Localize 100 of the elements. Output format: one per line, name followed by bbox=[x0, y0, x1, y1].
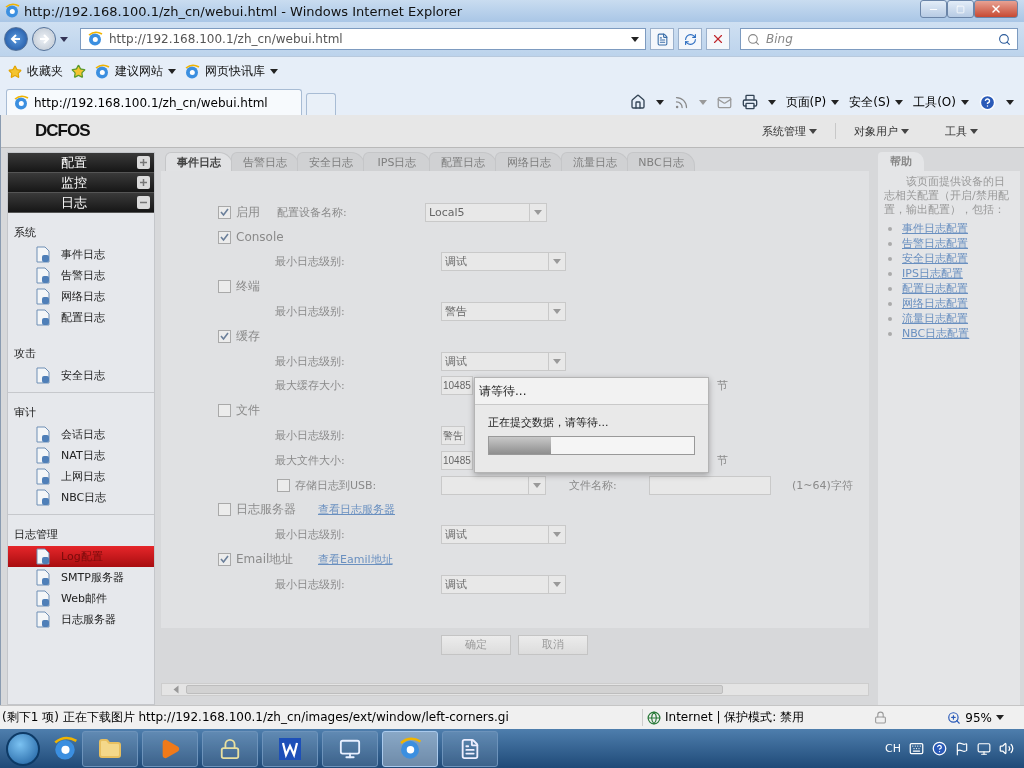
dropdown[interactable]: 警告 bbox=[441, 426, 465, 446]
taskbar-app[interactable] bbox=[382, 730, 438, 767]
sidebar-item[interactable]: 会话日志 bbox=[8, 424, 154, 445]
sidebar-item[interactable]: 日志服务器 bbox=[8, 609, 154, 630]
caret-icon[interactable] bbox=[60, 36, 68, 42]
tab[interactable]: 配置日志 bbox=[429, 152, 497, 171]
scrollbar-thumb[interactable] bbox=[186, 685, 723, 694]
dropdown[interactable]: 调试 bbox=[441, 351, 566, 371]
taskbar-app[interactable] bbox=[262, 730, 318, 767]
field-label: 最小日志级别: bbox=[275, 353, 346, 369]
dropdown[interactable]: Local5 bbox=[425, 202, 547, 222]
dropdown[interactable]: 调试 bbox=[441, 574, 566, 594]
checkbox[interactable] bbox=[218, 280, 231, 294]
help-link[interactable]: 网络日志配置 bbox=[902, 296, 968, 311]
help-tab[interactable]: 帮助 bbox=[878, 152, 924, 171]
input-field[interactable] bbox=[649, 475, 771, 495]
input-field[interactable]: 10485 bbox=[441, 376, 473, 396]
favorites-link[interactable]: 网页快讯库 bbox=[184, 63, 278, 80]
stop-button[interactable] bbox=[706, 28, 730, 50]
top-menu-item[interactable]: 对象用户 bbox=[836, 123, 927, 139]
taskbar-app[interactable] bbox=[82, 730, 138, 767]
tab[interactable]: 事件日志 bbox=[165, 152, 233, 171]
help-link[interactable]: 配置日志配置 bbox=[902, 281, 968, 296]
help-link[interactable]: 事件日志配置 bbox=[902, 221, 968, 236]
checkbox[interactable] bbox=[218, 230, 231, 244]
home-icon[interactable] bbox=[629, 94, 646, 110]
sidebar-item[interactable]: NBC日志 bbox=[8, 487, 154, 508]
sidebar-item[interactable]: SMTP服务器 bbox=[8, 567, 154, 588]
sidebar-item[interactable]: 配置日志 bbox=[8, 307, 154, 328]
help-link[interactable]: 安全日志配置 bbox=[902, 251, 968, 266]
dropdown[interactable]: 调试 bbox=[441, 525, 566, 545]
add-favorite-icon[interactable] bbox=[71, 64, 86, 79]
sidebar-item[interactable]: 上网日志 bbox=[8, 466, 154, 487]
keyboard-icon[interactable] bbox=[909, 741, 924, 756]
tab[interactable]: 安全日志 bbox=[297, 152, 365, 171]
top-menu-item[interactable]: 工具 bbox=[927, 123, 996, 139]
accordion-header[interactable]: 日志 bbox=[8, 193, 154, 213]
back-button[interactable] bbox=[4, 27, 28, 51]
search-icon[interactable] bbox=[998, 32, 1011, 46]
accordion-header[interactable]: 配置 bbox=[8, 153, 154, 173]
refresh-button[interactable] bbox=[678, 28, 702, 50]
help-link[interactable]: 告警日志配置 bbox=[902, 236, 968, 251]
accordion-header[interactable]: 监控 bbox=[8, 173, 154, 193]
checkbox[interactable] bbox=[218, 329, 231, 343]
top-menu-item[interactable]: 系统管理 bbox=[744, 123, 835, 139]
browser-tab[interactable]: http://192.168.100.1/zh_cn/webui.html bbox=[6, 89, 302, 115]
zoom-level[interactable]: 95% bbox=[947, 710, 1024, 725]
sidebar-item[interactable]: 网络日志 bbox=[8, 286, 154, 307]
rss-icon[interactable] bbox=[673, 94, 689, 110]
command-menu[interactable]: 工具(O) bbox=[913, 93, 969, 111]
language-indicator[interactable]: CH bbox=[885, 742, 901, 755]
printer-icon[interactable] bbox=[741, 94, 758, 110]
sidebar-item[interactable]: Web邮件 bbox=[8, 588, 154, 609]
forward-button[interactable] bbox=[32, 27, 56, 51]
address-field[interactable]: http://192.168.100.1/zh_cn/webui.html bbox=[80, 28, 646, 50]
volume-icon[interactable] bbox=[999, 741, 1014, 756]
help-link[interactable]: 流量日志配置 bbox=[902, 311, 968, 326]
taskbar-app[interactable] bbox=[202, 730, 258, 767]
tab[interactable]: NBC日志 bbox=[627, 152, 695, 171]
checkbox[interactable] bbox=[218, 503, 231, 517]
compatibility-button[interactable] bbox=[650, 28, 674, 50]
checkbox[interactable] bbox=[277, 478, 290, 492]
start-button[interactable] bbox=[6, 731, 40, 766]
minimize-button[interactable] bbox=[920, 0, 947, 18]
sidebar-item[interactable]: 安全日志 bbox=[8, 365, 154, 386]
taskbar-app[interactable] bbox=[442, 730, 498, 767]
tab[interactable]: 告警日志 bbox=[231, 152, 299, 171]
checkbox[interactable] bbox=[218, 205, 231, 219]
link[interactable]: 查看Eamil地址 bbox=[318, 552, 393, 568]
dropdown[interactable]: 警告 bbox=[441, 302, 566, 322]
command-menu[interactable]: 页面(P) bbox=[785, 93, 840, 111]
maximize-button[interactable] bbox=[947, 0, 974, 18]
help-link[interactable]: IPS日志配置 bbox=[902, 266, 963, 281]
tab[interactable]: 流量日志 bbox=[561, 152, 629, 171]
mail-icon[interactable] bbox=[716, 94, 732, 110]
favorites-button[interactable]: 收藏夹 bbox=[8, 63, 63, 80]
favorites-link[interactable]: 建议网站 bbox=[94, 63, 176, 80]
tab[interactable]: 网络日志 bbox=[495, 152, 563, 171]
help-icon[interactable] bbox=[932, 741, 947, 756]
expand-icon[interactable] bbox=[137, 176, 150, 189]
sidebar-item[interactable]: 告警日志 bbox=[8, 265, 154, 286]
dropdown[interactable]: 调试 bbox=[441, 252, 566, 272]
command-menu[interactable]: 安全(S) bbox=[849, 93, 904, 111]
taskbar-app[interactable] bbox=[322, 730, 378, 767]
help-icon[interactable] bbox=[979, 93, 996, 111]
collapse-icon[interactable] bbox=[137, 196, 150, 209]
checkbox[interactable] bbox=[218, 553, 231, 567]
sidebar-item[interactable]: 事件日志 bbox=[8, 244, 154, 265]
link[interactable]: 查看日志服务器 bbox=[318, 502, 395, 518]
sidebar-item[interactable]: NAT日志 bbox=[8, 445, 154, 466]
scrollbar[interactable] bbox=[161, 683, 869, 696]
input-field[interactable]: 10485 bbox=[441, 450, 473, 470]
flag-icon[interactable] bbox=[955, 741, 969, 756]
tab[interactable]: IPS日志 bbox=[363, 152, 431, 171]
search-field[interactable]: Bing bbox=[740, 28, 1018, 50]
checkbox[interactable] bbox=[218, 404, 231, 418]
network-icon[interactable] bbox=[977, 741, 991, 756]
expand-icon[interactable] bbox=[137, 156, 150, 169]
help-link[interactable]: NBC日志配置 bbox=[902, 326, 970, 341]
close-button[interactable] bbox=[974, 0, 1018, 18]
